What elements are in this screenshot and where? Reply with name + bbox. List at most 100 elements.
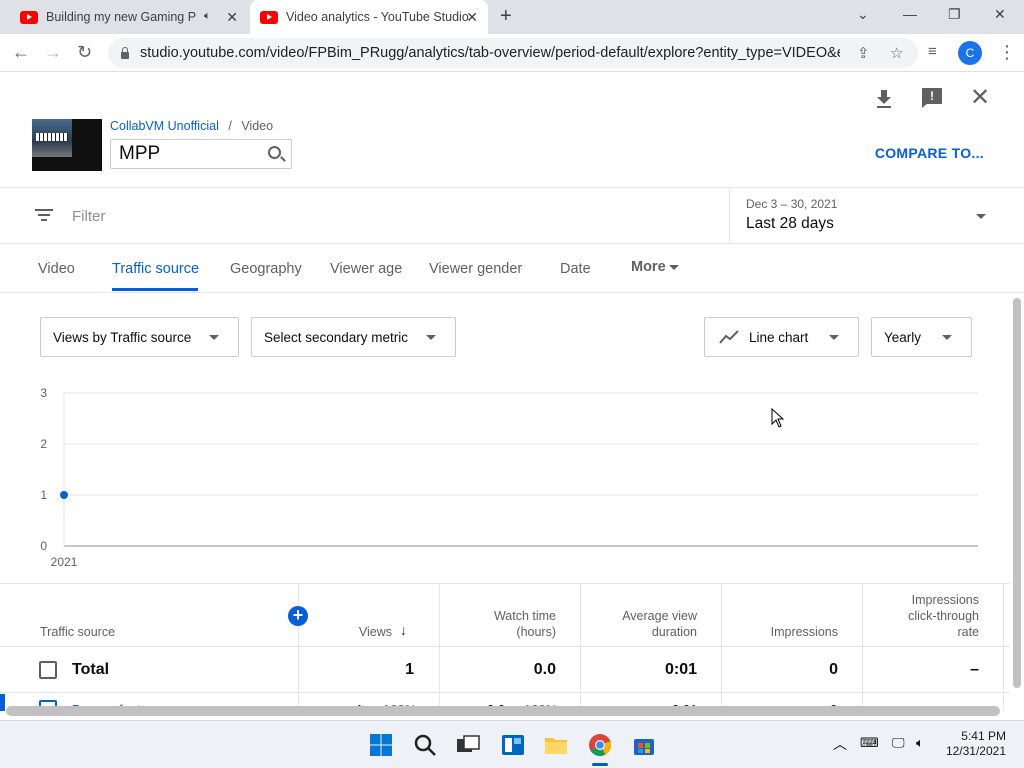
window-close-icon[interactable]: ✕ <box>994 6 1006 23</box>
traffic-source-table: Traffic source + Views ↓ Watch time (hou… <box>0 583 1010 711</box>
volume-icon[interactable]: 🔈︎ <box>916 735 924 751</box>
active-tab-indicator <box>112 288 198 291</box>
tab-more[interactable]: More <box>631 259 666 275</box>
y-tick-label: 2 <box>40 437 47 451</box>
chrome-icon[interactable] <box>588 733 612 757</box>
tab-traffic-source[interactable]: Traffic source <box>112 261 199 277</box>
more-chevron-down-icon[interactable] <box>669 265 679 270</box>
secondary-metric-dropdown[interactable]: Select secondary metric <box>251 317 456 357</box>
total-watch-time: 0.0 <box>533 661 556 678</box>
speaker-icon[interactable]: 🔈︎ <box>204 10 211 23</box>
x-tick-label: 2021 <box>51 555 78 569</box>
row-series-color <box>0 694 5 711</box>
widgets-icon[interactable] <box>501 733 525 757</box>
header-average-view-duration[interactable]: Average view duration <box>581 608 697 640</box>
date-range-text: Dec 3 – 30, 2021 <box>746 197 838 211</box>
thumbnail-keyboard <box>36 133 68 141</box>
mouse-cursor-icon <box>771 408 785 428</box>
date-range-label: Last 28 days <box>746 215 834 232</box>
tab-date[interactable]: Date <box>560 261 591 277</box>
minimize-icon[interactable]: — <box>903 6 917 22</box>
taskbar-clock[interactable]: 5:41 PM 12/31/2021 <box>946 729 1006 759</box>
tray-chevron-up-icon[interactable]: ︿ <box>833 734 847 754</box>
youtube-favicon-icon <box>20 10 38 24</box>
feedback-icon[interactable] <box>920 86 944 110</box>
close-icon[interactable]: ✕ <box>968 86 992 110</box>
video-thumbnail <box>32 119 102 171</box>
download-icon[interactable] <box>872 86 896 110</box>
traffic-source-line-chart: 0 1 2 3 2021 <box>40 386 978 569</box>
new-tab-icon[interactable]: + <box>500 6 512 26</box>
store-icon[interactable] <box>632 733 656 757</box>
media-control-icon[interactable]: ≡ <box>928 42 937 62</box>
horizontal-scrollbar[interactable] <box>6 706 1000 716</box>
windows-start-icon[interactable] <box>369 733 393 757</box>
y-tick-label: 0 <box>40 539 47 553</box>
network-icon[interactable]: 🖵︎ <box>892 735 905 751</box>
address-bar: ← → ↻ studio.youtube.com/video/FPBim_PRu… <box>0 34 1024 72</box>
task-view-icon[interactable] <box>456 733 480 757</box>
restore-icon[interactable]: ❐ <box>948 6 961 23</box>
primary-metric-dropdown[interactable]: Views by Traffic source <box>40 317 239 357</box>
omnibox[interactable]: studio.youtube.com/video/FPBim_PRugg/ana… <box>108 38 918 68</box>
chart-type-label: Line chart <box>749 330 809 345</box>
bookmark-star-icon[interactable]: ☆ <box>890 44 903 62</box>
filter-icon[interactable] <box>35 209 53 222</box>
share-icon[interactable]: ⇪ <box>857 44 870 62</box>
file-explorer-icon[interactable] <box>544 733 568 757</box>
total-row-checkbox[interactable] <box>39 661 57 679</box>
browser-tab-video-analytics[interactable]: Video analytics - YouTube Studio ✕ <box>250 0 488 34</box>
channel-link[interactable]: CollabVM Unofficial <box>110 119 219 133</box>
header-impressions-ctr[interactable]: Impressions click-through rate <box>863 592 979 640</box>
clock-date: 12/31/2021 <box>945 744 1006 758</box>
browser-tab-strip: Building my new Gaming PC 🔈︎ ✕ Video ana… <box>0 0 1024 34</box>
analytics-header: CollabVM Unofficial / Video ✕ COMPARE TO… <box>0 72 1024 188</box>
back-icon[interactable]: ← <box>12 42 30 62</box>
browser-menu-icon[interactable]: ⋮ <box>998 42 1016 62</box>
compare-to-button[interactable]: COMPARE TO... <box>875 145 984 161</box>
close-tab-icon[interactable]: ✕ <box>226 9 238 25</box>
tab-viewer-gender[interactable]: Viewer gender <box>429 261 522 277</box>
total-impressions: 0 <box>829 661 838 678</box>
lock-icon[interactable] <box>120 47 130 59</box>
chart-type-dropdown[interactable]: Line chart <box>704 317 859 357</box>
chevron-down-icon <box>209 335 219 340</box>
header-impressions[interactable]: Impressions <box>722 624 838 640</box>
video-search-input[interactable] <box>119 143 259 165</box>
header-views[interactable]: Views <box>300 624 392 640</box>
browser-tab-gaming-pc[interactable]: Building my new Gaming PC 🔈︎ ✕ <box>8 0 248 34</box>
y-tick-label: 3 <box>40 386 47 400</box>
tab-geography[interactable]: Geography <box>230 261 302 277</box>
date-range-picker[interactable]: Dec 3 – 30, 2021 Last 28 days <box>729 188 1024 244</box>
chevron-down-icon <box>829 335 839 340</box>
tab-viewer-age[interactable]: Viewer age <box>330 261 402 277</box>
total-ctr: – <box>970 661 979 678</box>
granularity-dropdown[interactable]: Yearly <box>871 317 972 357</box>
youtube-favicon-icon <box>260 10 278 24</box>
filter-bar: Filter Dec 3 – 30, 2021 Last 28 days <box>0 188 1024 244</box>
data-point <box>60 491 68 499</box>
search-icon[interactable] <box>268 146 281 159</box>
active-app-indicator <box>592 763 608 766</box>
keyboard-icon[interactable]: ⌨ <box>860 735 879 751</box>
total-views: 1 <box>405 661 414 678</box>
total-average-view-duration: 0:01 <box>664 661 697 678</box>
tab-video[interactable]: Video <box>38 261 75 277</box>
vertical-scrollbar[interactable] <box>1013 298 1021 688</box>
url-text[interactable]: studio.youtube.com/video/FPBim_PRugg/ana… <box>140 45 840 61</box>
tab-title: Building my new Gaming PC <box>46 10 196 24</box>
video-search-box[interactable] <box>110 139 292 169</box>
header-traffic-source[interactable]: Traffic source <box>40 624 115 640</box>
chevron-down-icon <box>942 335 952 340</box>
sort-desc-arrow-icon[interactable]: ↓ <box>400 622 407 638</box>
tab-search-chevron-icon[interactable]: ⌄ <box>857 6 869 23</box>
forward-icon[interactable]: → <box>44 42 62 62</box>
search-icon[interactable] <box>413 733 437 757</box>
chevron-down-icon <box>976 214 986 219</box>
profile-avatar[interactable]: C <box>958 41 982 65</box>
reload-icon[interactable]: ↻ <box>77 42 92 62</box>
close-tab-icon[interactable]: ✕ <box>466 9 478 25</box>
header-watch-time[interactable]: Watch time (hours) <box>440 608 556 640</box>
add-metric-button[interactable]: + <box>288 606 308 626</box>
filter-input[interactable]: Filter <box>72 208 105 225</box>
